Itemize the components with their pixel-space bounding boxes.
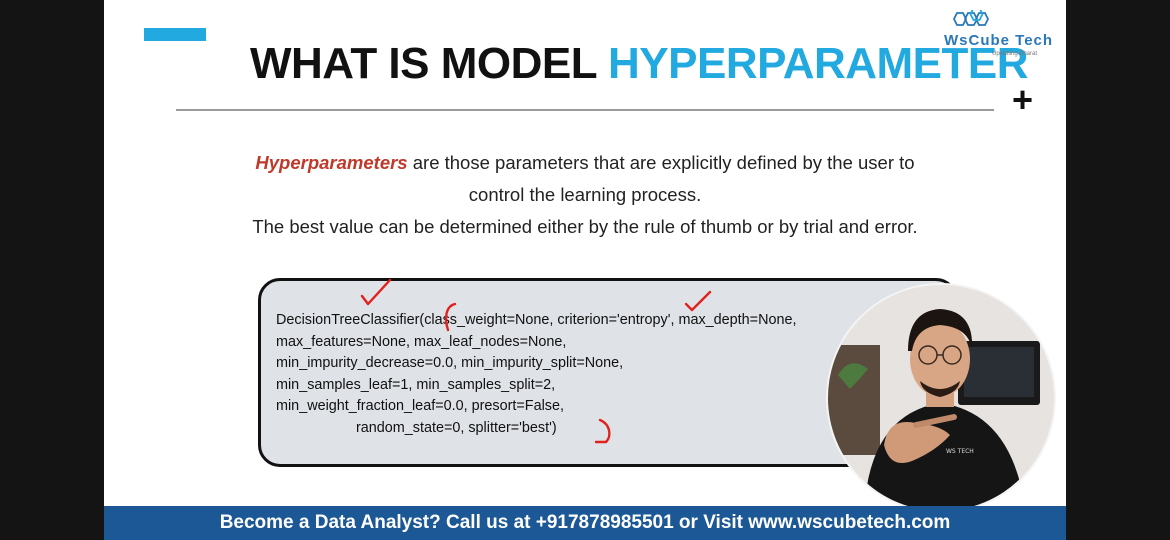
code-line: min_samples_leaf=1, min_samples_split=2, <box>276 376 556 393</box>
hexagon-logo-icon <box>952 10 990 26</box>
code-line: min_weight_fraction_leaf=0.0, presort=Fa… <box>276 398 564 414</box>
code-line: DecisionTreeClassifier(class_weight=None… <box>276 312 797 328</box>
banner-text: Become a Data Analyst? Call us at +91787… <box>219 512 951 533</box>
contact-banner[interactable]: Become a Data Analyst? Call us at +91787… <box>104 506 1066 540</box>
code-line: random_state=0, splitter='best') <box>276 419 557 436</box>
definition-text: Hyperparameters are those parameters tha… <box>144 147 1026 243</box>
presenter-video: WS TECH <box>826 283 1056 513</box>
code-line: min_impurity_decrease=0.0, min_impurity_… <box>276 355 624 371</box>
definition-line2: control the learning process. <box>468 184 702 205</box>
presentation-slide: WHAT IS MODEL HYPERPARAMETER WsCube Tech… <box>104 0 1066 540</box>
logo-tagline: Upskilling Bharat <box>992 51 1038 57</box>
svg-text:WS TECH: WS TECH <box>946 448 974 455</box>
code-block: DecisionTreeClassifier(class_weight=None… <box>276 310 796 439</box>
logo-brand: WsCube Tech <box>944 32 1054 49</box>
title-divider <box>176 109 994 111</box>
plus-icon[interactable]: + <box>1012 82 1033 118</box>
definition-rest: are those parameters that are explicitly… <box>407 152 915 173</box>
slide-title: WHAT IS MODEL HYPERPARAMETER <box>250 38 1029 90</box>
accent-bar <box>144 28 206 41</box>
presenter-illustration: WS TECH <box>828 285 1054 511</box>
code-line: max_features=None, max_leaf_nodes=None, <box>276 333 567 350</box>
title-main: WHAT IS MODEL <box>250 39 597 88</box>
definition-line3: The best value can be determined either … <box>252 216 918 237</box>
brand-logo: WsCube Tech Upskilling Bharat <box>942 10 1060 58</box>
definition-term: Hyperparameters <box>255 152 408 173</box>
